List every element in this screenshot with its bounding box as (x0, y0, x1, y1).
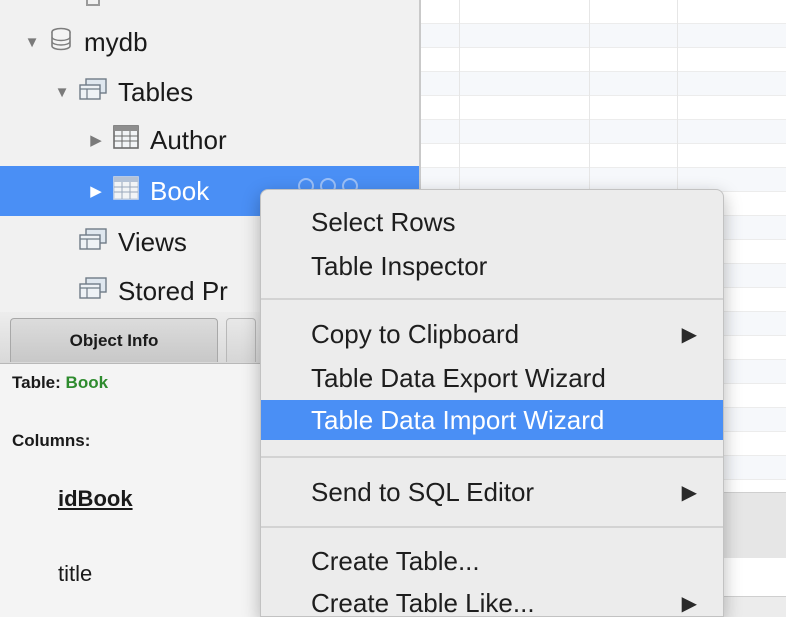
disclosure-collapsed-icon[interactable]: ▶ (86, 131, 106, 149)
table-name-value: Book (65, 373, 109, 392)
menu-item-label: Table Data Import Wizard (311, 404, 605, 435)
menu-item-label: Send to SQL Editor (311, 476, 535, 507)
grid-row (421, 96, 786, 120)
columns-heading: Columns: (12, 431, 91, 450)
table-name-line: Table: Book (12, 373, 108, 393)
tree-item-tables[interactable]: ▼ Tables (0, 67, 419, 117)
grid-row (421, 0, 786, 24)
disclosure-expanded-icon[interactable]: ▼ (52, 84, 72, 101)
folder-tables-icon (78, 76, 108, 109)
disclosure-expanded-icon[interactable]: ▼ (22, 34, 42, 51)
column-name: title (58, 561, 93, 586)
table-icon (112, 175, 140, 208)
menu-item-label: Create Table Like... (311, 587, 535, 617)
menu-item-label: Create Table... (311, 545, 480, 576)
menu-item-label: Copy to Clipboard (311, 318, 520, 349)
menu-item-label: Table Inspector (311, 250, 488, 281)
tree-item-label: mydb (84, 26, 148, 57)
tree-connector (86, 0, 100, 6)
tree-item-label: Views (118, 226, 187, 257)
tree-item-label: Tables (118, 76, 194, 107)
table-icon (112, 124, 140, 157)
menu-separator (261, 298, 723, 300)
submenu-arrow-icon: ▶ (681, 592, 697, 615)
tab-object-info[interactable]: Object Info (10, 318, 218, 362)
table-prefix: Table: (12, 373, 61, 392)
menu-item-table-data-import-wizard[interactable]: Table Data Import Wizard (261, 400, 723, 440)
menu-separator (261, 526, 723, 528)
tab-session[interactable] (226, 318, 256, 362)
tab-label: Object Info (69, 330, 159, 350)
grid-row (421, 24, 786, 48)
grid-row (421, 144, 786, 168)
folder-routines-icon (78, 275, 108, 308)
menu-item-send-to-sql-editor[interactable]: Send to SQL Editor ▶ (261, 472, 723, 512)
tree-item-label: Author (150, 124, 227, 155)
menu-item-create-table-like[interactable]: Create Table Like... ▶ (261, 583, 723, 617)
folder-views-icon (78, 226, 108, 259)
grid-row (421, 120, 786, 144)
disclosure-collapsed-icon[interactable]: ▶ (86, 182, 106, 200)
menu-separator (261, 456, 723, 458)
tree-item-label: Book (150, 175, 210, 206)
context-menu: Select Rows Table Inspector Copy to Clip… (260, 189, 724, 617)
menu-item-create-table[interactable]: Create Table... (261, 541, 723, 581)
grid-row (421, 72, 786, 96)
submenu-arrow-icon: ▶ (681, 323, 697, 346)
tree-item-mydb[interactable]: ▼ mydb (0, 17, 419, 67)
database-icon (48, 26, 74, 59)
grid-row (421, 48, 786, 72)
menu-item-select-rows[interactable]: Select Rows (261, 202, 723, 242)
menu-item-label: Select Rows (311, 206, 456, 237)
submenu-arrow-icon: ▶ (681, 481, 697, 504)
menu-item-label: Table Data Export Wizard (311, 362, 606, 393)
menu-item-table-data-export-wizard[interactable]: Table Data Export Wizard (261, 358, 723, 398)
tree-item-author[interactable]: ▶ Author (0, 115, 419, 165)
column-name-primary-key: idBook (58, 486, 133, 511)
tree-item-label: Stored Pr (118, 275, 228, 306)
menu-item-copy-to-clipboard[interactable]: Copy to Clipboard ▶ (261, 314, 723, 354)
menu-item-table-inspector[interactable]: Table Inspector (261, 246, 723, 286)
